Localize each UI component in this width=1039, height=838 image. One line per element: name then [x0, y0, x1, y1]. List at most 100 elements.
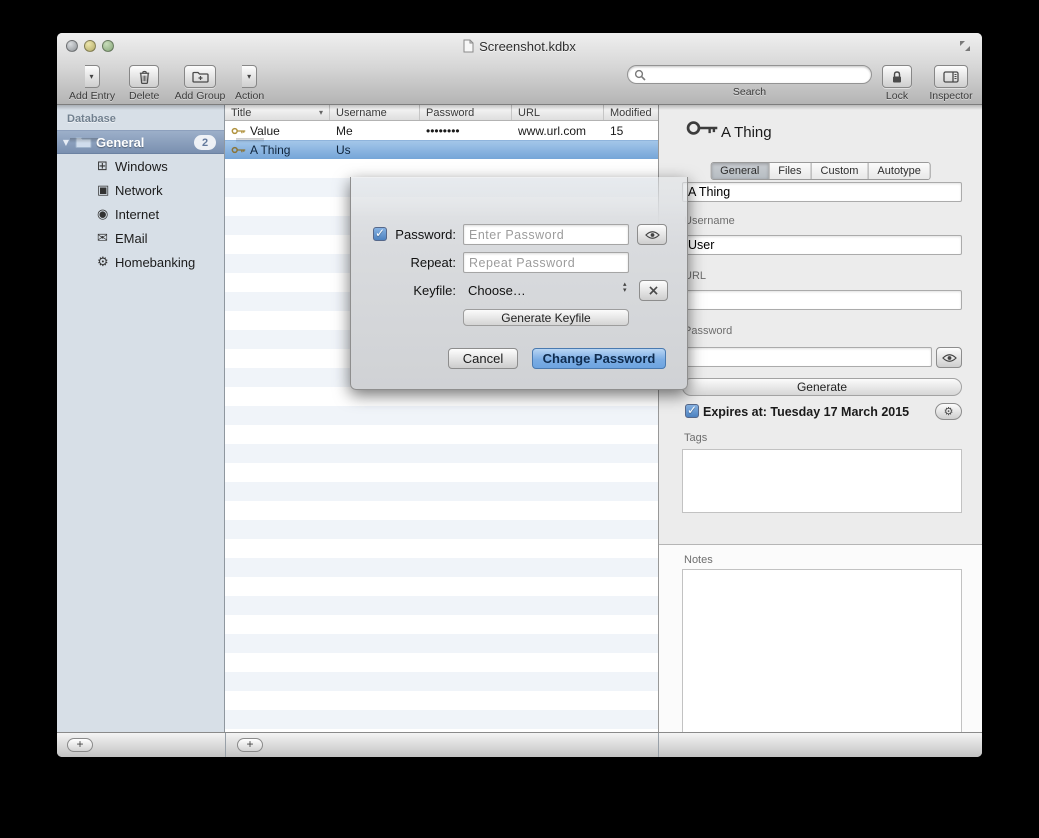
expires-settings-button[interactable]: ⚙: [935, 403, 962, 420]
username-field[interactable]: [682, 235, 962, 255]
action-label: Action: [235, 90, 264, 102]
document-icon: [463, 39, 474, 53]
add-entry-button[interactable]: ▾: [85, 65, 100, 88]
add-group-footer-button[interactable]: +: [67, 738, 93, 752]
sheet-password-row: ✓ Password:: [351, 224, 687, 246]
column-url-label: URL: [518, 107, 540, 119]
internet-icon: ◉: [97, 207, 115, 222]
inspector-label: Inspector: [929, 90, 972, 102]
tags-label: Tags: [684, 432, 707, 444]
inspector-header: A Thing: [659, 105, 982, 162]
sidebar-item-label: Homebanking: [115, 255, 195, 270]
action-dropdown[interactable]: ▾: [242, 65, 257, 88]
expires-label: Expires at: Tuesday 17 March 2015: [703, 405, 909, 419]
search-field[interactable]: [627, 65, 872, 84]
table-row-a-thing[interactable]: A Thing Us: [225, 140, 658, 159]
entry-title-text: A Thing: [250, 143, 290, 157]
titlebar[interactable]: Screenshot.kdbx: [57, 33, 982, 59]
sidebar-item-label: Network: [115, 183, 163, 198]
search-group: Search: [627, 65, 872, 98]
lock-button[interactable]: [882, 65, 912, 88]
table-row-value[interactable]: Value Me •••••••• www.url.com 15: [225, 121, 658, 140]
cell-username: Me: [330, 124, 420, 138]
sidebar-item-network[interactable]: ▣ Network: [57, 178, 224, 202]
add-entry-label: Add Entry: [69, 90, 115, 102]
folder-icon: [75, 136, 92, 149]
notes-input[interactable]: [682, 569, 962, 757]
new-password-input[interactable]: [463, 224, 629, 245]
sidebar-item-label: Internet: [115, 207, 159, 222]
column-header-username[interactable]: Username: [330, 105, 420, 120]
expires-checkbox[interactable]: ✓: [685, 404, 699, 418]
entry-list-header: Title ▾ Username Password URL Modified: [225, 105, 658, 121]
add-group-button[interactable]: [184, 65, 216, 88]
homebanking-icon: ⚙: [97, 255, 115, 270]
sheet-keyfile-label: Keyfile:: [351, 283, 456, 298]
tab-general[interactable]: General: [711, 163, 769, 179]
lock-icon: [891, 70, 903, 84]
fullscreen-icon[interactable]: [958, 39, 972, 53]
repeat-password-input[interactable]: [463, 252, 629, 273]
password-field[interactable]: [682, 347, 932, 367]
tags-input[interactable]: [682, 449, 962, 513]
delete-label: Delete: [129, 90, 159, 102]
reveal-password-button[interactable]: [637, 224, 667, 245]
generate-password-button[interactable]: Generate: [682, 378, 962, 396]
url-field[interactable]: [682, 290, 962, 310]
clear-keyfile-button[interactable]: ×: [639, 280, 668, 301]
windows-icon: ⊞: [97, 159, 115, 174]
reveal-password-button[interactable]: [936, 347, 962, 368]
footer-divider: [225, 733, 226, 757]
column-header-url[interactable]: URL: [512, 105, 604, 120]
search-label: Search: [733, 86, 766, 98]
tab-autotype[interactable]: Autotype: [868, 163, 929, 179]
column-header-modified[interactable]: Modified: [604, 105, 658, 120]
sidebar-section-header: Database: [57, 105, 224, 130]
sidebar-item-label: EMail: [115, 231, 148, 246]
search-icon: [634, 69, 646, 81]
notes-label: Notes: [684, 554, 713, 566]
sidebar-item-homebanking[interactable]: ⚙ Homebanking: [57, 250, 224, 274]
add-entry-group: ▾ Add Entry: [69, 65, 115, 102]
entry-title-text: Value: [250, 124, 280, 138]
inspector-panel-icon: [943, 71, 959, 83]
add-entry-dropdown[interactable]: ▾: [85, 65, 100, 88]
cancel-button[interactable]: Cancel: [448, 348, 518, 369]
sidebar: Database ▼ General 2 ⊞ Windows ▣ Network: [57, 105, 225, 732]
title-field[interactable]: [682, 182, 962, 202]
tab-files[interactable]: Files: [769, 163, 811, 179]
trash-icon: [138, 70, 151, 84]
generate-keyfile-button[interactable]: Generate Keyfile: [463, 309, 629, 326]
column-modified-label: Modified: [610, 107, 652, 119]
key-icon: [685, 117, 719, 139]
sheet-keyfile-row: Keyfile: Choose… ▴▾ ×: [351, 280, 687, 302]
notes-section: Notes: [659, 545, 982, 732]
stepper-icon[interactable]: ▴▾: [623, 281, 627, 293]
tab-custom[interactable]: Custom: [812, 163, 869, 179]
sidebar-item-email[interactable]: ✉ EMail: [57, 226, 224, 250]
sidebar-item-internet[interactable]: ◉ Internet: [57, 202, 224, 226]
inspector-button[interactable]: [934, 65, 968, 88]
key-icon: [231, 126, 246, 136]
column-header-title[interactable]: Title ▾: [225, 105, 330, 120]
keyfile-popup[interactable]: Choose…: [468, 283, 526, 298]
sidebar-item-windows[interactable]: ⊞ Windows: [57, 154, 224, 178]
close-x-icon: ×: [648, 283, 660, 299]
username-label: Username: [684, 215, 735, 227]
change-password-button[interactable]: Change Password: [532, 348, 666, 369]
search-input[interactable]: [650, 68, 865, 82]
sidebar-group-label: General: [96, 135, 144, 150]
group-count-badge: 2: [194, 135, 216, 150]
gear-icon: ⚙: [944, 405, 954, 418]
footer-bar: + +: [57, 732, 982, 757]
action-button[interactable]: ⚙ ▾: [242, 65, 257, 88]
delete-button[interactable]: [129, 65, 159, 88]
disclosure-triangle-icon[interactable]: ▼: [57, 138, 75, 147]
folder-plus-icon: [192, 71, 209, 83]
footer-divider: [658, 733, 659, 757]
add-entry-footer-button[interactable]: +: [237, 738, 263, 752]
column-header-password[interactable]: Password: [420, 105, 512, 120]
sheet-repeat-label: Repeat:: [351, 255, 456, 270]
column-title-label: Title: [231, 107, 251, 119]
sidebar-group-general[interactable]: ▼ General 2: [57, 130, 224, 154]
